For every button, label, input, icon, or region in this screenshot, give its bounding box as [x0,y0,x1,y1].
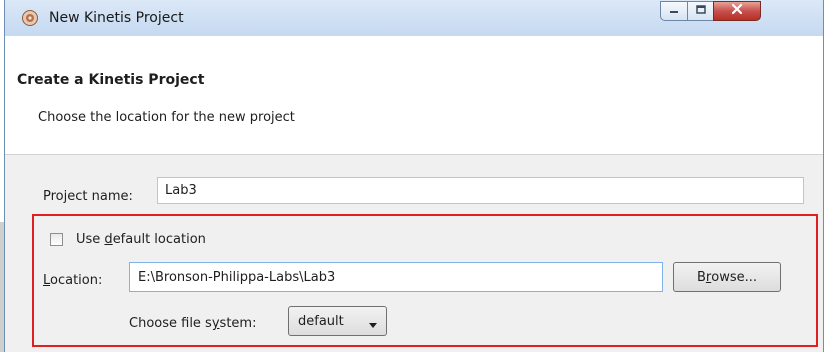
browse-button[interactable]: Br owse... [673,262,781,292]
wizard-header: Create a Kinetis Project Choose the loca… [5,36,823,155]
new-kinetis-project-dialog: New Kinetis Project Create a Kinetis Pro… [4,0,824,352]
project-name-input[interactable] [157,177,804,204]
close-button[interactable] [713,1,761,21]
use-default-location-label[interactable]: Use default location [76,232,206,247]
page-title: Create a Kinetis Project [17,72,205,88]
window-title: New Kinetis Project [49,10,184,26]
file-system-select[interactable]: default [288,306,387,336]
maximize-icon [695,4,707,19]
close-icon [730,3,744,19]
file-system-selected-value: default [298,314,344,329]
chevron-down-icon [368,318,378,333]
project-name-label: Project name: [43,189,133,204]
location-input[interactable] [129,262,663,292]
maximize-button[interactable] [687,1,714,21]
kinetis-app-icon [21,9,39,27]
file-system-label: Choose file system: [129,316,257,331]
title-bar[interactable]: New Kinetis Project [5,0,823,37]
location-label: Location: [43,273,103,288]
minimize-button[interactable] [660,1,688,21]
use-default-location-checkbox[interactable] [50,233,63,246]
page-description: Choose the location for the new project [38,110,295,125]
minimize-icon [668,4,680,19]
